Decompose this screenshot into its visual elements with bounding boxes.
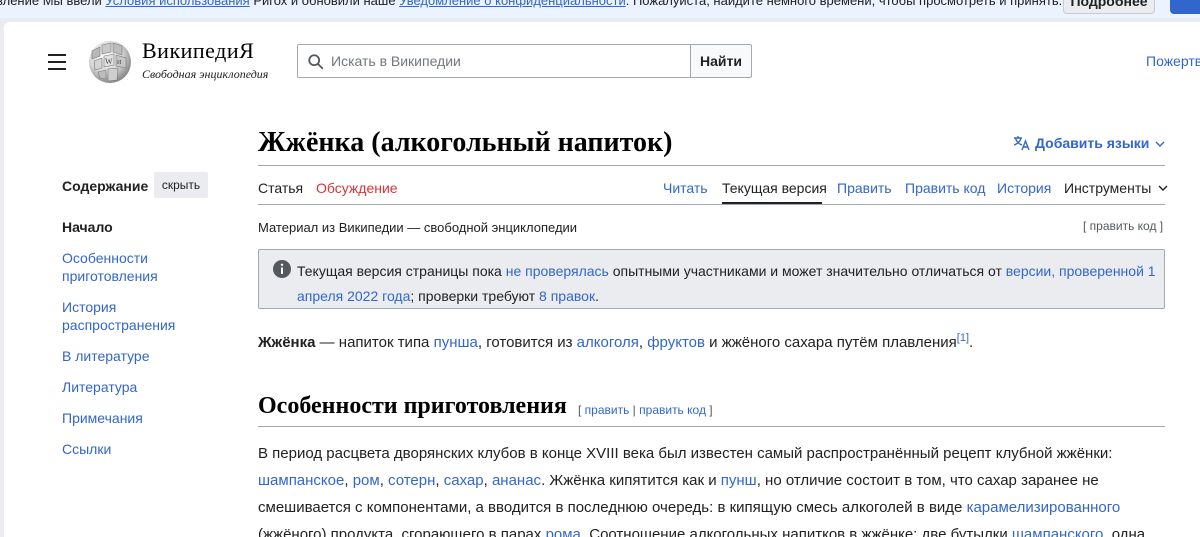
title-divider xyxy=(258,165,1165,166)
section-heading: Особенности приготовления xyxy=(258,393,567,419)
language-icon xyxy=(1013,136,1030,151)
terms-of-use-link[interactable]: Условия использования xyxy=(105,0,249,8)
page-title: Жжёнка (алкогольный напиток) xyxy=(258,127,673,158)
toc-item-notes[interactable]: Примечания xyxy=(62,409,212,427)
site-notice-text: вление Мы ввели Условия использования Ри… xyxy=(0,0,1062,7)
search-input[interactable] xyxy=(331,45,681,77)
wikipedia-tagline: Свободная энциклопедия xyxy=(142,67,269,81)
donate-link[interactable]: Пожертв xyxy=(1146,53,1200,69)
toc-list: Начало Особенности приготовления История… xyxy=(62,218,212,471)
lead-paragraph: Жжёнка — напиток типа пунша, готовится и… xyxy=(258,332,974,351)
tab-edit[interactable]: Править xyxy=(837,180,892,196)
tab-talk[interactable]: Обсуждение xyxy=(316,180,398,196)
champagne-link-2[interactable]: шампанского xyxy=(1012,526,1104,537)
toc-title: Содержание xyxy=(62,178,149,194)
svg-text:И: И xyxy=(117,60,122,66)
wikipedia-globe-logo[interactable]: W И xyxy=(86,37,134,85)
tabs-divider xyxy=(258,204,1165,205)
toc-item-preparation[interactable]: Особенности приготовления xyxy=(62,249,212,285)
chevron-down-icon xyxy=(1158,185,1168,191)
not-reviewed-link[interactable]: не проверялась xyxy=(506,263,609,279)
section-divider xyxy=(258,426,1165,427)
toc-item-history[interactable]: История распространения xyxy=(62,298,212,334)
svg-text:W: W xyxy=(105,57,113,66)
main-menu-icon[interactable] xyxy=(48,54,66,70)
tab-edit-source[interactable]: Править код xyxy=(905,180,985,196)
tab-current-version[interactable]: Текущая версия xyxy=(722,180,827,196)
toc-item-start[interactable]: Начало xyxy=(62,218,212,236)
site-subtitle: Материал из Википедии — свободной энцикл… xyxy=(258,220,578,235)
punch-link-2[interactable]: пунш xyxy=(721,472,757,489)
section-edit-link[interactable]: править xyxy=(585,403,630,417)
flagged-revision-notice: Текущая версия страницы пока не проверял… xyxy=(258,249,1165,309)
toc-item-literature[interactable]: Литература xyxy=(62,378,212,396)
tab-article[interactable]: Статья xyxy=(258,180,303,196)
notice-accept-button[interactable] xyxy=(1170,0,1200,14)
chevron-down-icon xyxy=(1155,141,1165,147)
rum-link[interactable]: ром xyxy=(353,472,380,489)
privacy-notice-link[interactable]: Уведомление о конфиденциальности xyxy=(399,0,626,8)
reference-1-link[interactable]: [1] xyxy=(957,332,969,344)
site-notice-banner: вление Мы ввели Условия использования Ри… xyxy=(0,0,1200,18)
punch-link[interactable]: пунша xyxy=(434,334,478,351)
pineapple-link[interactable]: ананас xyxy=(492,472,541,489)
toc-item-links[interactable]: Ссылки xyxy=(62,440,212,458)
body-paragraph: В период расцвета дворянских клубов в ко… xyxy=(258,440,1158,537)
fruits-link[interactable]: фруктов xyxy=(647,334,705,351)
info-icon xyxy=(273,260,291,278)
wikipedia-wordmark[interactable]: ВикипедиЯ xyxy=(142,38,254,64)
edit-code-section-link[interactable]: [ править код ] xyxy=(1083,219,1163,233)
sugar-link[interactable]: сахар xyxy=(444,472,484,489)
rum-link-2[interactable]: рома xyxy=(546,526,581,537)
section-edit-links: [ править | править код ] xyxy=(578,403,713,417)
tab-history[interactable]: История xyxy=(997,180,1051,196)
pending-edits-link[interactable]: 8 правок xyxy=(539,288,595,304)
toc-hide-button[interactable]: скрыть xyxy=(154,172,208,198)
tab-read[interactable]: Читать xyxy=(663,180,708,196)
caramelized-link[interactable]: карамелизированного xyxy=(967,499,1121,516)
search-box xyxy=(297,44,691,78)
search-button[interactable]: Найти xyxy=(690,44,752,78)
search-icon xyxy=(308,54,324,70)
alcohol-link[interactable]: алкоголя xyxy=(577,334,639,351)
tools-menu[interactable]: Инструменты xyxy=(1064,180,1168,196)
section-edit-source-link[interactable]: править код xyxy=(639,403,706,417)
champagne-link[interactable]: шампанское xyxy=(258,472,344,489)
sauternes-link[interactable]: сотерн xyxy=(388,472,435,489)
add-languages-button[interactable]: Добавить языки xyxy=(1013,135,1165,151)
toc-item-in-literature[interactable]: В литературе xyxy=(62,347,212,365)
notice-more-button[interactable]: Подробнее xyxy=(1063,0,1155,14)
